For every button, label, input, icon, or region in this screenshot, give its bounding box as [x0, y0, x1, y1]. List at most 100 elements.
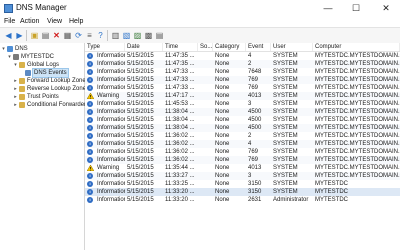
export-icon[interactable]: ⟳ — [73, 30, 84, 41]
information-icon: i — [87, 61, 93, 67]
column-source[interactable]: So... — [198, 43, 213, 51]
event-time: 11:36:02 ... — [165, 157, 195, 163]
event-row[interactable]: i Information 5/15/2015 11:45:53 ... None 3 SY… — [85, 100, 400, 108]
event-date: 5/15/2015 — [127, 53, 154, 59]
information-icon: i — [87, 85, 93, 91]
event-row[interactable]: i Information 5/15/2015 11:33:20 ... None 263… — [85, 196, 400, 204]
event-computer: MYTESTDC — [315, 197, 348, 203]
event-computer: MYTESTDC.MYTESTDOMAIN.COM — [315, 173, 400, 179]
event-date: 5/15/2015 — [127, 181, 154, 187]
filter-icon[interactable]: ▧ — [121, 30, 132, 41]
minimize-button[interactable]: — — [314, 0, 342, 16]
properties-icon[interactable]: ▤ — [40, 30, 51, 41]
title-bar: DNS Manager — ☐ ✕ — [0, 0, 400, 17]
toolbar: ◀ ▶ ▣ ▤ ✕ ▦ ⟳ ≡ ? ▥ ▧ ▨ ▩ ▤ — [0, 27, 400, 44]
server-icon[interactable]: ▨ — [132, 30, 143, 41]
event-event: 4 — [248, 141, 252, 147]
event-time: 11:36:02 ... — [165, 133, 195, 139]
event-row[interactable]: i Information 5/15/2015 11:33:25 ... None 315… — [85, 180, 400, 188]
event-type: Information — [97, 181, 125, 187]
back-icon[interactable]: ◀ — [3, 30, 14, 41]
forward-icon[interactable]: ▶ — [14, 30, 25, 41]
console-tree: ▾ DNS ▾ MYTESTDC ▾ Global Logs DNS Events ▸ Forw… — [0, 43, 89, 250]
event-row[interactable]: i Information 5/15/2015 11:47:35 ... None 2 SY… — [85, 60, 400, 68]
information-icon: i — [87, 181, 93, 187]
column-computer[interactable]: Computer — [313, 43, 400, 51]
event-event: 769 — [248, 157, 259, 163]
folder-icon — [19, 94, 25, 100]
record-icon[interactable]: ▤ — [154, 30, 165, 41]
event-date: 5/15/2015 — [127, 197, 154, 203]
information-icon: i — [87, 133, 93, 139]
event-computer: MYTESTDC.MYTESTDOMAIN.COM — [315, 141, 400, 147]
event-user: SYSTEM — [273, 109, 298, 115]
menu-file[interactable]: File — [4, 16, 15, 27]
event-row[interactable]: i Information 5/15/2015 11:36:02 ... None 2 SY… — [85, 132, 400, 140]
delete-icon[interactable]: ✕ — [51, 30, 62, 41]
event-date: 5/15/2015 — [127, 85, 154, 91]
event-type: Information — [97, 125, 125, 131]
chevron-down-icon[interactable]: ▾ — [1, 45, 6, 53]
event-row[interactable]: ! Warning 5/15/2015 11:47:17 ... None 4013 SYS… — [85, 92, 400, 100]
column-event[interactable]: Event — [246, 43, 271, 51]
event-row[interactable]: i Information 5/15/2015 11:36:02 ... None 769… — [85, 156, 400, 164]
menu-view[interactable]: View — [47, 16, 62, 27]
refresh-icon[interactable]: ▦ — [62, 30, 73, 41]
event-row[interactable]: i Information 5/15/2015 11:33:27 ... None 3 SY… — [85, 172, 400, 180]
tree-item-mytestdc[interactable]: ▾ MYTESTDC — [0, 53, 84, 61]
event-row[interactable]: i Information 5/15/2015 11:38:04 ... None 450… — [85, 116, 400, 124]
tree-item-global-logs[interactable]: ▾ Global Logs — [0, 61, 84, 69]
event-computer: MYTESTDC.MYTESTDOMAIN.COM — [315, 85, 400, 91]
chevron-right-icon[interactable]: ▸ — [13, 85, 18, 93]
up-folder-icon[interactable]: ▣ — [29, 30, 40, 41]
maximize-button[interactable]: ☐ — [342, 0, 370, 16]
column-category[interactable]: Category — [213, 43, 246, 51]
column-user[interactable]: User — [271, 43, 313, 51]
calendar-icon[interactable]: ▥ — [110, 30, 121, 41]
event-type: Warning — [97, 93, 120, 99]
chevron-down-icon[interactable]: ▾ — [7, 53, 12, 61]
tree-item-reverse-lookup-zones[interactable]: ▸ Reverse Lookup Zones — [0, 85, 89, 93]
event-event: 4013 — [248, 165, 262, 171]
event-event: 3150 — [248, 181, 262, 187]
event-row[interactable]: i Information 5/15/2015 11:33:20 ... None 315… — [85, 188, 400, 196]
event-row[interactable]: i Information 5/15/2015 11:36:02 ... None 4 SY… — [85, 140, 400, 148]
tree-item-trust-points[interactable]: ▸ Trust Points — [0, 93, 84, 101]
event-row[interactable]: ! Warning 5/15/2015 11:35:44 ... None 4013 SYS… — [85, 164, 400, 172]
event-row[interactable]: i Information 5/15/2015 11:36:02 ... None 769… — [85, 148, 400, 156]
event-computer: MYTESTDC.MYTESTDOMAIN.COM — [315, 53, 400, 59]
event-row[interactable]: i Information 5/15/2015 11:47:33 ... None 769… — [85, 84, 400, 92]
zone-icon[interactable]: ▩ — [143, 30, 154, 41]
chevron-down-icon[interactable]: ▾ — [13, 61, 18, 69]
tree-item-dns-events[interactable]: DNS Events — [0, 68, 84, 78]
folder-icon — [19, 86, 25, 92]
log-icon — [25, 70, 31, 76]
event-row[interactable]: i Information 5/15/2015 11:38:04 ... None 450… — [85, 124, 400, 132]
help-icon[interactable]: ? — [95, 30, 106, 41]
chevron-right-icon[interactable]: ▸ — [13, 101, 18, 109]
tree-item-dns[interactable]: ▾ DNS — [0, 45, 84, 53]
tree-item-label: MYTESTDC — [21, 54, 54, 60]
tree-item-label: DNS Events — [32, 68, 69, 78]
tree-item-conditional-forwarders[interactable]: ▸ Conditional Forwarders — [0, 101, 89, 109]
chevron-right-icon[interactable]: ▸ — [13, 77, 18, 85]
menu-help[interactable]: Help — [69, 16, 83, 27]
event-row[interactable]: i Information 5/15/2015 11:47:33 ... None 764… — [85, 68, 400, 76]
event-row[interactable]: i Information 5/15/2015 11:47:35 ... None 4 SY… — [85, 52, 400, 60]
event-type: Information — [97, 69, 125, 75]
event-user: SYSTEM — [273, 69, 298, 75]
event-event: 7648 — [248, 69, 262, 75]
event-type: Information — [97, 173, 125, 179]
column-date[interactable]: Date — [125, 43, 163, 51]
column-type[interactable]: Type — [85, 43, 125, 51]
event-user: SYSTEM — [273, 101, 298, 107]
event-computer: MYTESTDC.MYTESTDOMAIN.COM — [315, 165, 400, 171]
tree-item-forward-lookup-zones[interactable]: ▸ Forward Lookup Zones — [0, 77, 89, 85]
chevron-right-icon[interactable]: ▸ — [13, 93, 18, 101]
column-time[interactable]: Time — [163, 43, 198, 51]
menu-action[interactable]: Action — [20, 16, 39, 27]
list-icon[interactable]: ≡ — [84, 30, 95, 41]
close-button[interactable]: ✕ — [372, 0, 400, 16]
event-row[interactable]: i Information 5/15/2015 11:47:33 ... None 769… — [85, 76, 400, 84]
event-row[interactable]: i Information 5/15/2015 11:38:04 ... None 450… — [85, 108, 400, 116]
